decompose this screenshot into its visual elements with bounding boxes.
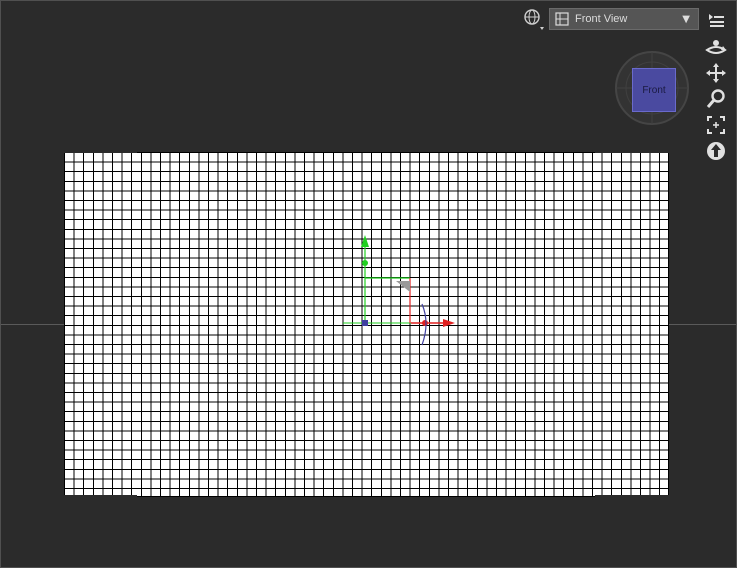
chevron-down-icon: ▼ (682, 13, 690, 25)
nav-cube-face-label: Front (642, 84, 666, 96)
mesh-notch-top-left (63, 151, 137, 153)
y-scale-handle[interactable] (362, 260, 368, 266)
frame-icon (707, 116, 725, 134)
mesh-notch-bottom-left (63, 495, 137, 497)
reset-icon (707, 142, 725, 160)
reset-view-button[interactable] (703, 138, 729, 164)
orbit-icon (705, 40, 727, 54)
mesh-notch-bottom-right (595, 495, 669, 497)
orbit-button[interactable] (703, 34, 729, 60)
mesh-notch-top-right (595, 151, 669, 153)
pan-icon (706, 63, 726, 83)
viewport-menu-button[interactable] (703, 8, 729, 34)
gizmo-center-handle[interactable] (362, 320, 368, 326)
navigation-cube-face[interactable]: Front (632, 68, 676, 112)
environment-button[interactable] (519, 7, 547, 31)
zoom-icon (706, 89, 725, 108)
list-menu-icon (709, 14, 724, 27)
view-camera-icon (555, 12, 569, 26)
zoom-button[interactable] (703, 86, 729, 112)
x-scale-handle[interactable] (422, 320, 428, 326)
view-selector-label: Front View (575, 13, 628, 25)
frame-button[interactable] (703, 112, 729, 138)
view-selector-dropdown[interactable]: Front View ▼ (549, 8, 699, 30)
globe-icon (524, 9, 544, 30)
viewport-tool-column (703, 8, 729, 164)
pan-button[interactable] (703, 60, 729, 86)
